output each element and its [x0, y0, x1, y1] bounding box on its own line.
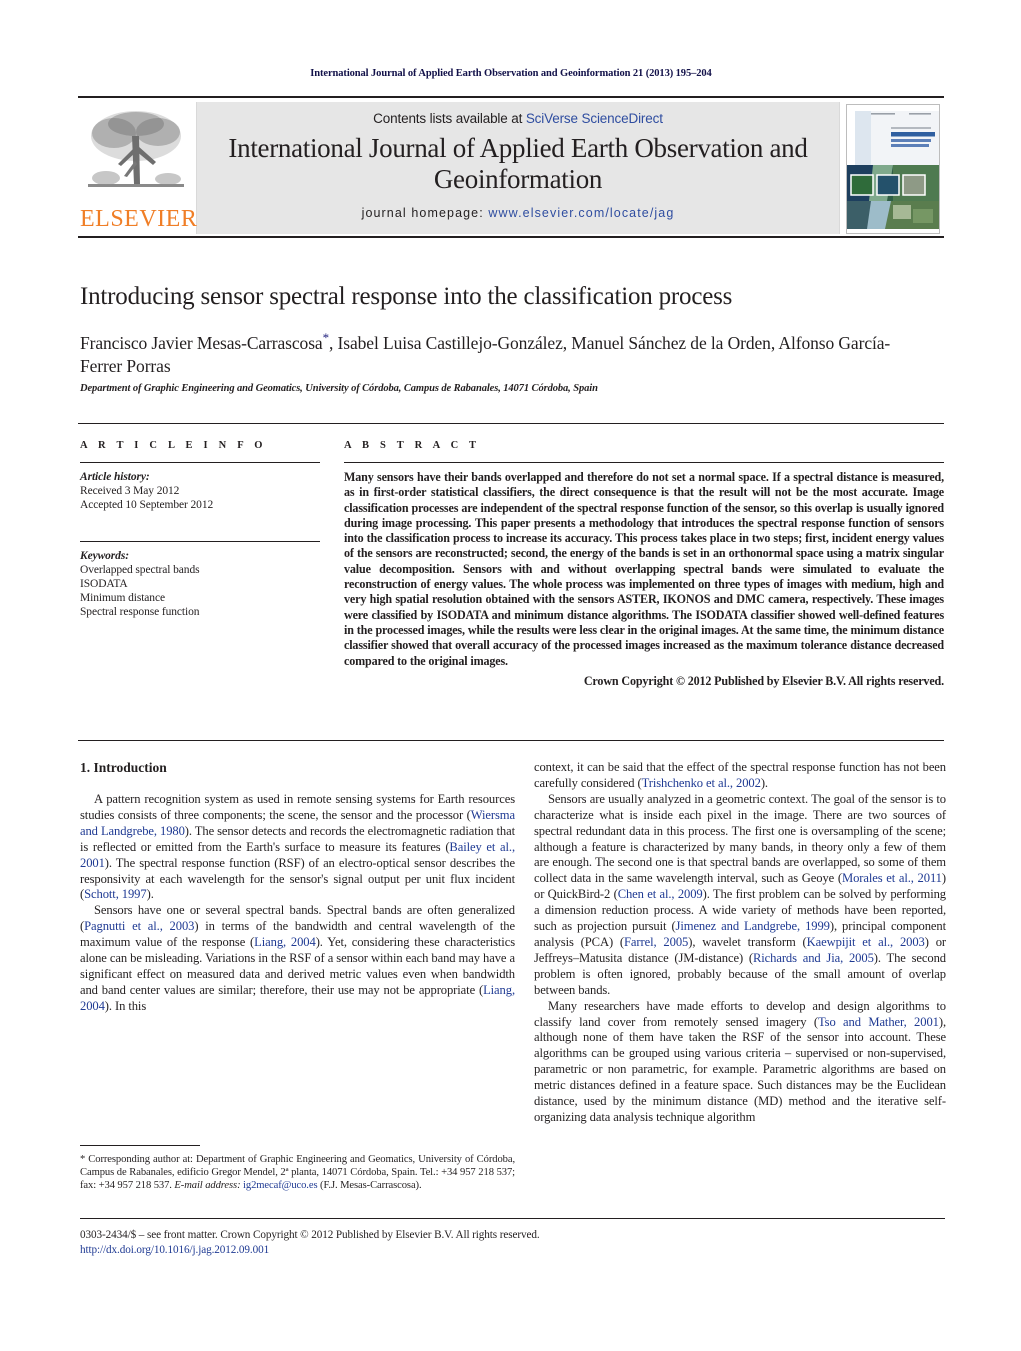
running-head: International Journal of Applied Earth O…	[310, 68, 712, 79]
email-address-label: E-mail address:	[174, 1180, 241, 1192]
email-address-link[interactable]: ig2mecaf@uco.es	[241, 1180, 318, 1191]
paragraph-text: ), wavelet transform (	[688, 934, 807, 949]
body-paragraph: Sensors have one or several spectral ban…	[80, 903, 515, 1014]
article-info-rule	[80, 462, 320, 463]
citation-link[interactable]: Kaewpijit et al., 2003	[807, 935, 925, 949]
affiliation: Department of Graphic Engineering and Ge…	[80, 383, 598, 394]
citation-link[interactable]: Liang, 2004	[254, 935, 316, 949]
journal-cover-block	[839, 102, 944, 234]
article-history-block: Article history: Received 3 May 2012 Acc…	[80, 470, 320, 513]
citation-link[interactable]: Jimenez and Landgrebe, 1999	[676, 919, 830, 933]
keyword-item: Spectral response function	[80, 606, 200, 619]
footer-divider	[80, 1218, 945, 1219]
contents-available-line: Contents lists available at SciVerse Sci…	[197, 111, 839, 126]
keyword-item: ISODATA	[80, 578, 128, 591]
citation-link[interactable]: Morales et al., 2011	[842, 871, 942, 885]
keyword-item: Overlapped spectral bands	[80, 563, 200, 576]
citation-link[interactable]: Tso and Mather, 2001	[818, 1015, 939, 1029]
homepage-url-link[interactable]: www.elsevier.com/locate/jag	[488, 206, 674, 220]
article-history-label: Article history:	[80, 471, 150, 483]
homepage-label: journal homepage:	[361, 206, 489, 220]
corresponding-author-footnote: * Corresponding author at: Department of…	[80, 1153, 515, 1193]
abstract-column: A B S T R A C T Many sensors have their …	[344, 440, 944, 689]
keywords-block: Keywords: Overlapped spectral bands ISOD…	[80, 549, 320, 620]
paragraph-text: A pattern recognition system as used in …	[80, 792, 515, 822]
body-paragraph: Many researchers have made efforts to de…	[534, 999, 946, 1126]
citation-link[interactable]: Richards and Jia, 2005	[753, 951, 874, 965]
paragraph-text: ).	[760, 775, 768, 790]
citation-link[interactable]: Farrel, 2005	[624, 935, 688, 949]
citation-link[interactable]: Trishchenko et al., 2002	[642, 776, 761, 790]
citation-link[interactable]: Chen et al., 2009	[618, 887, 703, 901]
author-list: Francisco Javier Mesas-Carrascosa*, Isab…	[80, 326, 910, 378]
doi-link[interactable]: http://dx.doi.org/10.1016/j.jag.2012.09.…	[80, 1243, 780, 1258]
elsevier-logo-block: ELSEVIER	[78, 102, 197, 234]
body-column-right: context, it can be said that the effect …	[534, 760, 946, 1126]
info-divider-bottom	[78, 740, 944, 741]
title-divider	[78, 236, 944, 238]
journal-masthead: ELSEVIER Contents lists available at Sci…	[78, 96, 944, 234]
article-history-accepted: Accepted 10 September 2012	[80, 499, 214, 512]
body-paragraph: context, it can be said that the effect …	[534, 760, 946, 792]
email-owner: (F.J. Mesas-Carrascosa).	[317, 1180, 422, 1192]
info-divider-top	[78, 423, 944, 424]
journal-title: International Journal of Applied Earth O…	[228, 133, 808, 194]
author-rest: , Isabel Luisa Castillejo-González, Manu…	[329, 332, 776, 353]
contents-prefix: Contents lists available at	[373, 111, 526, 126]
body-column-left: 1. Introduction A pattern recognition sy…	[80, 760, 515, 1015]
elsevier-wordmark: ELSEVIER	[80, 206, 198, 232]
elsevier-tree-icon	[88, 111, 184, 187]
intro-paragraphs-right: context, it can be said that the effect …	[534, 760, 946, 1126]
footnote-divider	[80, 1145, 200, 1146]
citation-link[interactable]: Pagnutti et al., 2003	[84, 919, 194, 933]
paragraph-text: ), although none of them have taken the …	[534, 1014, 947, 1124]
section-heading-introduction: 1. Introduction	[80, 760, 167, 775]
page-title: Introducing sensor spectral response int…	[80, 283, 733, 310]
paper-page: International Journal of Applied Earth O…	[0, 0, 1021, 1351]
masthead-inner: ELSEVIER Contents lists available at Sci…	[78, 102, 944, 234]
issn-copyright-line: 0303-2434/$ – see front matter. Crown Co…	[80, 1229, 540, 1241]
body-paragraph: A pattern recognition system as used in …	[80, 792, 515, 903]
article-history-received: Received 3 May 2012	[80, 485, 180, 498]
article-info-column: A R T I C L E I N F O Article history: R…	[80, 440, 320, 620]
abstract-copyright: Crown Copyright © 2012 Published by Else…	[583, 673, 944, 688]
keywords-rule	[80, 540, 320, 542]
keywords-label: Keywords:	[80, 549, 129, 562]
sciencedirect-link[interactable]: SciVerse ScienceDirect	[526, 111, 663, 126]
citation-link[interactable]: Schott, 1997	[84, 887, 147, 901]
page-footer: 0303-2434/$ – see front matter. Crown Co…	[80, 1228, 780, 1257]
author-primary: Francisco Javier Mesas-Carrascosa	[80, 332, 323, 353]
article-info-heading: A R T I C L E I N F O	[80, 440, 267, 451]
intro-paragraphs-left: A pattern recognition system as used in …	[80, 792, 515, 1015]
journal-band: Contents lists available at SciVerse Sci…	[197, 102, 839, 234]
body-paragraph: Sensors are usually analyzed in a geomet…	[534, 792, 946, 999]
paragraph-text: ).	[146, 887, 154, 902]
journal-cover-thumbnail	[846, 104, 940, 234]
paragraph-text: ). In this	[104, 998, 147, 1013]
journal-homepage-line: journal homepage: www.elsevier.com/locat…	[197, 206, 839, 220]
abstract-rule	[344, 462, 944, 463]
keyword-item: Minimum distance	[80, 592, 165, 605]
abstract-heading: A B S T R A C T	[344, 440, 481, 451]
abstract-text: Many sensors have their bands overlapped…	[344, 470, 944, 668]
